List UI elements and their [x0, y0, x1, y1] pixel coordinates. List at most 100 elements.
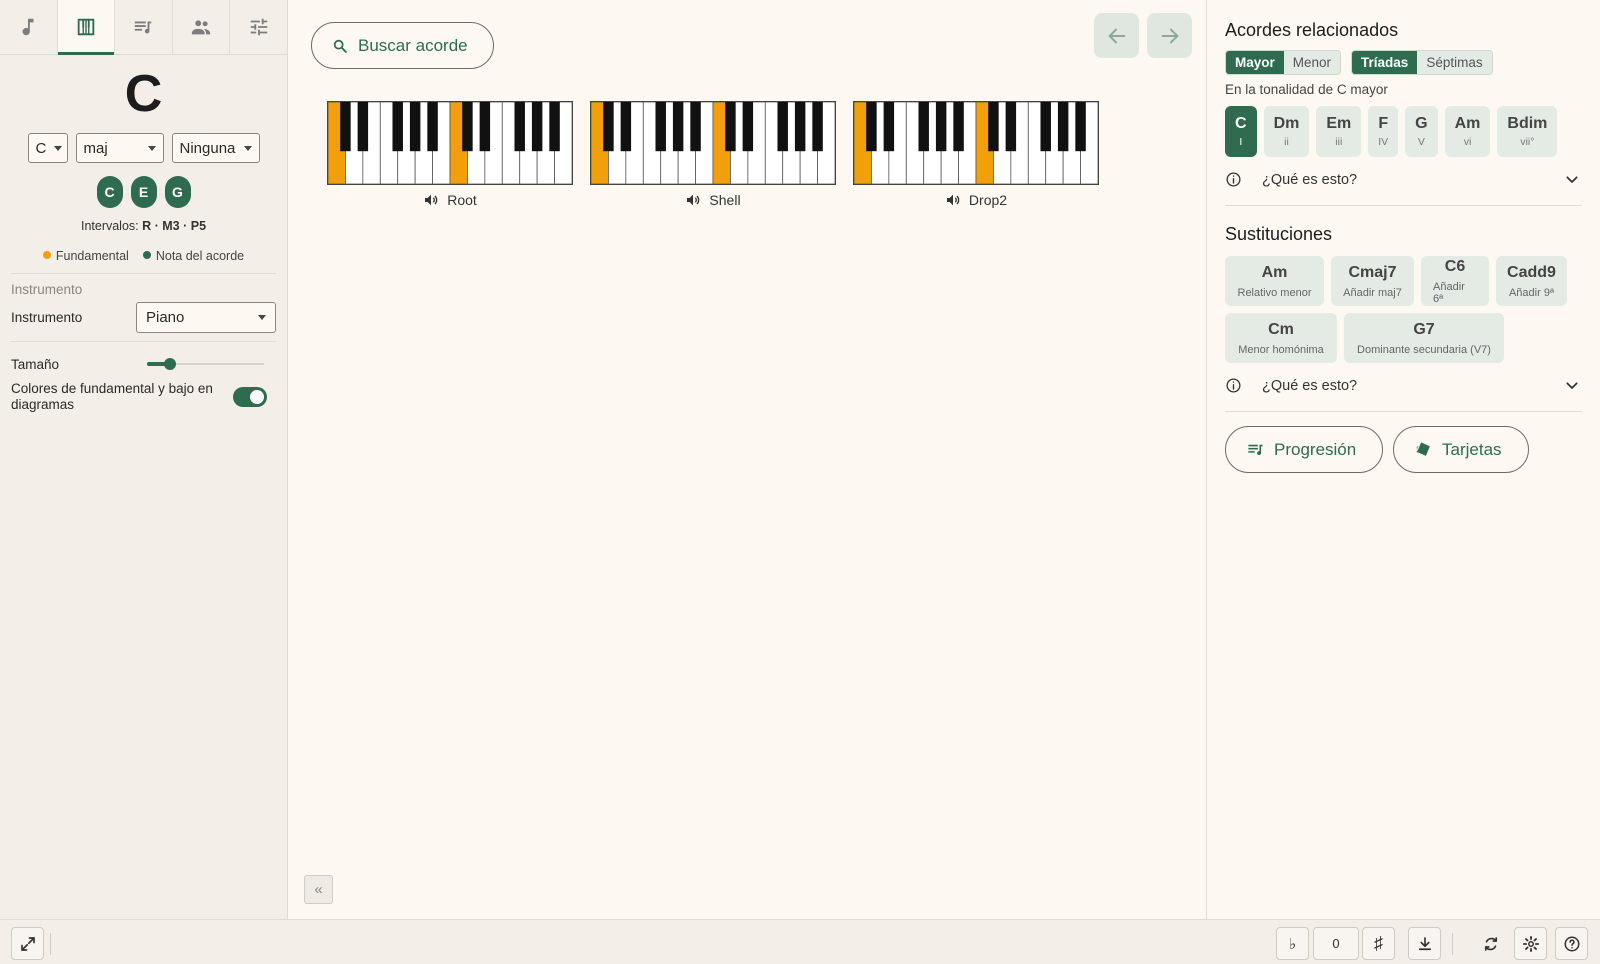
chip-chord: C6 — [1444, 257, 1466, 275]
piano-diagram[interactable] — [590, 101, 836, 185]
playlist-icon — [135, 21, 152, 34]
chip-desc: Añadir 6ª — [1433, 280, 1465, 305]
intervals-value: R · M3 · P5 — [142, 219, 207, 233]
colors-row: Colores de fundamental y bajo en diagram… — [0, 381, 287, 413]
substitution-chip[interactable]: G7 Dominante secundaria (V7) — [1344, 313, 1504, 363]
chord-notes: C E G — [0, 176, 287, 208]
fullscreen-button[interactable] — [11, 927, 44, 960]
black-key — [392, 102, 403, 152]
help-icon — [1564, 936, 1579, 951]
type-option-triadas[interactable]: Tríadas — [1352, 51, 1418, 74]
piano-diagram[interactable] — [853, 101, 1099, 185]
black-key — [462, 102, 473, 152]
play-voicing-button[interactable]: Root — [423, 192, 477, 208]
diatonic-chip[interactable]: Am vi — [1444, 106, 1491, 157]
diatonic-chip[interactable]: F IV — [1368, 106, 1399, 157]
voicing-root: Root — [327, 101, 573, 208]
previous-button[interactable] — [1094, 13, 1139, 58]
black-key — [531, 102, 543, 152]
sync-icon — [1484, 936, 1497, 951]
chevron-down-icon — [1566, 175, 1578, 183]
black-key — [883, 102, 895, 152]
download-button[interactable] — [1408, 927, 1441, 960]
mode-option-menor[interactable]: Menor — [1284, 51, 1340, 74]
extension-select-value: Ninguna — [179, 139, 236, 157]
substitution-chip[interactable]: Cadd9 Añadir 9ª — [1496, 256, 1567, 306]
tab-people[interactable] — [173, 0, 231, 54]
diatonic-chip[interactable]: GV — [1405, 106, 1438, 157]
black-key — [409, 102, 421, 152]
settings-button[interactable] — [1514, 927, 1547, 960]
play-voicing-button[interactable]: Drop2 — [945, 192, 1007, 208]
chip-chord: Cm — [1268, 320, 1294, 338]
diatonic-chip[interactable]: Dm ii — [1263, 106, 1310, 157]
chip-degree: vii° — [1520, 136, 1535, 148]
flat-button[interactable]: ♭ — [1276, 927, 1309, 960]
divider — [1225, 411, 1582, 412]
chip-degree: IV — [1378, 136, 1389, 148]
tonality-text: En la tonalidad de C mayor — [1225, 82, 1388, 97]
diatonic-chip[interactable]: CI — [1225, 106, 1257, 157]
substitution-chip[interactable]: Cm Menor homónima — [1225, 313, 1337, 363]
root-select-value: C — [35, 139, 47, 157]
instrument-select[interactable]: Piano — [136, 302, 276, 333]
chip-chord: F — [1378, 115, 1389, 132]
arrow-left-icon — [1108, 28, 1125, 43]
music-note-icon — [22, 18, 34, 36]
mode-option-mayor[interactable]: Mayor — [1226, 51, 1284, 74]
black-key — [1040, 102, 1051, 152]
play-voicing-button[interactable]: Shell — [685, 192, 741, 208]
cards-button[interactable]: Tarjetas — [1393, 426, 1529, 473]
chord-note[interactable]: E — [130, 176, 157, 208]
tab-tune[interactable] — [230, 0, 287, 54]
search-chord-button[interactable]: Buscar acorde — [311, 22, 494, 69]
tab-music-note[interactable] — [0, 0, 58, 54]
legend-root-label: Fundamental — [55, 249, 129, 263]
substitutions-title: Sustituciones — [1225, 224, 1333, 244]
chip-chord: Bdim — [1507, 115, 1548, 132]
collapse-panel-button[interactable]: « — [304, 875, 333, 904]
black-key — [549, 102, 560, 152]
quality-select[interactable]: maj — [75, 133, 164, 163]
diatonic-chip[interactable]: Em iii — [1316, 106, 1362, 157]
colors-toggle[interactable] — [233, 387, 267, 407]
black-key — [357, 102, 369, 152]
info-icon — [1226, 378, 1241, 393]
search-chord-label: Buscar acorde — [358, 35, 468, 55]
voicing-label: Root — [447, 192, 477, 208]
substitution-chip[interactable]: Am Relativo menor — [1225, 256, 1324, 306]
chip-chord: Am — [1261, 263, 1288, 281]
substitution-chip[interactable]: Cmaj7 Añadir maj7 — [1331, 256, 1414, 306]
black-key — [866, 102, 877, 152]
type-option-septimas[interactable]: Séptimas — [1417, 51, 1491, 74]
chord-note[interactable]: G — [164, 176, 191, 208]
black-key — [935, 102, 947, 152]
tab-playlist[interactable] — [115, 0, 173, 54]
help-button[interactable] — [1555, 927, 1588, 960]
caret-down-icon — [258, 315, 266, 320]
root-select[interactable]: C — [27, 133, 68, 163]
sync-button[interactable] — [1474, 927, 1507, 960]
sharp-button[interactable]: ♯ — [1362, 927, 1395, 960]
piano-diagram[interactable] — [327, 101, 573, 185]
divider — [50, 933, 51, 955]
chip-chord: G — [1415, 115, 1428, 132]
size-slider[interactable] — [147, 356, 264, 372]
related-info-expander[interactable]: ¿Qué es esto? — [1225, 171, 1582, 188]
related-chords-title: Acordes relacionados — [1225, 20, 1399, 40]
search-icon — [333, 39, 347, 53]
black-key — [742, 102, 754, 152]
next-button[interactable] — [1147, 13, 1192, 58]
progression-button[interactable]: Progresión — [1225, 426, 1383, 473]
type-toggle: Tríadas Séptimas — [1351, 50, 1493, 75]
chord-note[interactable]: C — [96, 176, 123, 208]
black-key — [794, 102, 806, 152]
diatonic-chip[interactable]: Bdim vii° — [1497, 106, 1558, 157]
tab-piano[interactable] — [57, 0, 116, 55]
substitution-chip[interactable]: C6 Añadir 6ª — [1421, 256, 1489, 306]
substitutions-info-expander[interactable]: ¿Qué es esto? — [1225, 377, 1582, 394]
left-panel: C C maj Ninguna C E G Intervalos: R · M3… — [0, 0, 288, 919]
slider-thumb[interactable] — [164, 358, 177, 370]
chip-chord: Em — [1326, 115, 1352, 132]
extension-select[interactable]: Ninguna — [171, 133, 260, 163]
